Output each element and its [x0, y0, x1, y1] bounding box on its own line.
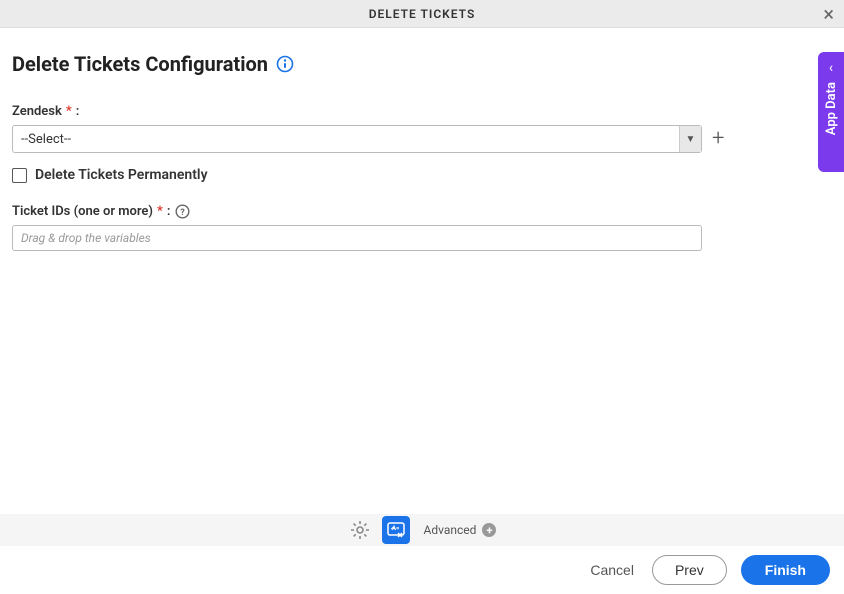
- label-colon: :: [76, 104, 80, 119]
- plus-circle-icon: +: [482, 523, 496, 537]
- page-title: Delete Tickets Configuration: [12, 52, 268, 76]
- zendesk-select[interactable]: --Select-- ▼: [12, 125, 702, 153]
- ticket-ids-input[interactable]: Drag & drop the variables: [12, 225, 702, 251]
- delete-permanently-row: Delete Tickets Permanently: [12, 167, 832, 183]
- app-data-panel-toggle[interactable]: ‹ App Data: [818, 52, 844, 172]
- svg-text:A=: A=: [392, 525, 400, 532]
- bottom-toolbar: A= Advanced +: [0, 514, 844, 546]
- field-ticket-ids: Ticket IDs (one or more) *: ? Drag & dro…: [12, 203, 832, 251]
- zendesk-select-row: --Select-- ▼ +: [12, 125, 832, 153]
- label-colon: :: [167, 204, 171, 219]
- dialog-header: DELETE TICKETS ×: [0, 0, 844, 28]
- variables-icon[interactable]: A=: [382, 516, 410, 544]
- ticket-ids-label: Ticket IDs (one or more): [12, 204, 153, 219]
- required-marker: *: [66, 104, 72, 119]
- page-title-row: Delete Tickets Configuration: [12, 52, 832, 76]
- delete-permanently-label: Delete Tickets Permanently: [35, 167, 208, 183]
- close-icon[interactable]: ×: [823, 4, 834, 24]
- add-zendesk-button[interactable]: +: [712, 128, 724, 150]
- required-marker: *: [157, 204, 163, 219]
- advanced-label: Advanced: [424, 523, 477, 537]
- zendesk-selected-value: --Select--: [13, 126, 679, 152]
- gear-icon[interactable]: [348, 518, 372, 542]
- chevron-left-icon: ‹: [829, 60, 833, 76]
- cancel-button[interactable]: Cancel: [586, 556, 638, 584]
- help-icon[interactable]: ?: [174, 203, 190, 219]
- delete-permanently-checkbox[interactable]: [12, 168, 27, 183]
- ticket-ids-placeholder: Drag & drop the variables: [21, 231, 151, 245]
- ticket-ids-label-row: Ticket IDs (one or more) *: ?: [12, 203, 832, 219]
- dialog-content: Delete Tickets Configuration Zendesk *: …: [0, 28, 844, 251]
- svg-text:?: ?: [180, 208, 185, 218]
- field-zendesk: Zendesk *: --Select-- ▼ +: [12, 104, 832, 153]
- chevron-down-icon: ▼: [679, 126, 701, 152]
- dialog-footer: Cancel Prev Finish: [0, 546, 844, 594]
- prev-button[interactable]: Prev: [652, 555, 727, 585]
- zendesk-label-row: Zendesk *:: [12, 104, 832, 119]
- finish-button[interactable]: Finish: [741, 555, 830, 585]
- dialog-title: DELETE TICKETS: [369, 7, 476, 21]
- app-data-label: App Data: [824, 82, 839, 135]
- info-icon[interactable]: [276, 55, 294, 73]
- zendesk-label: Zendesk: [12, 104, 62, 119]
- advanced-toggle[interactable]: Advanced +: [424, 523, 497, 537]
